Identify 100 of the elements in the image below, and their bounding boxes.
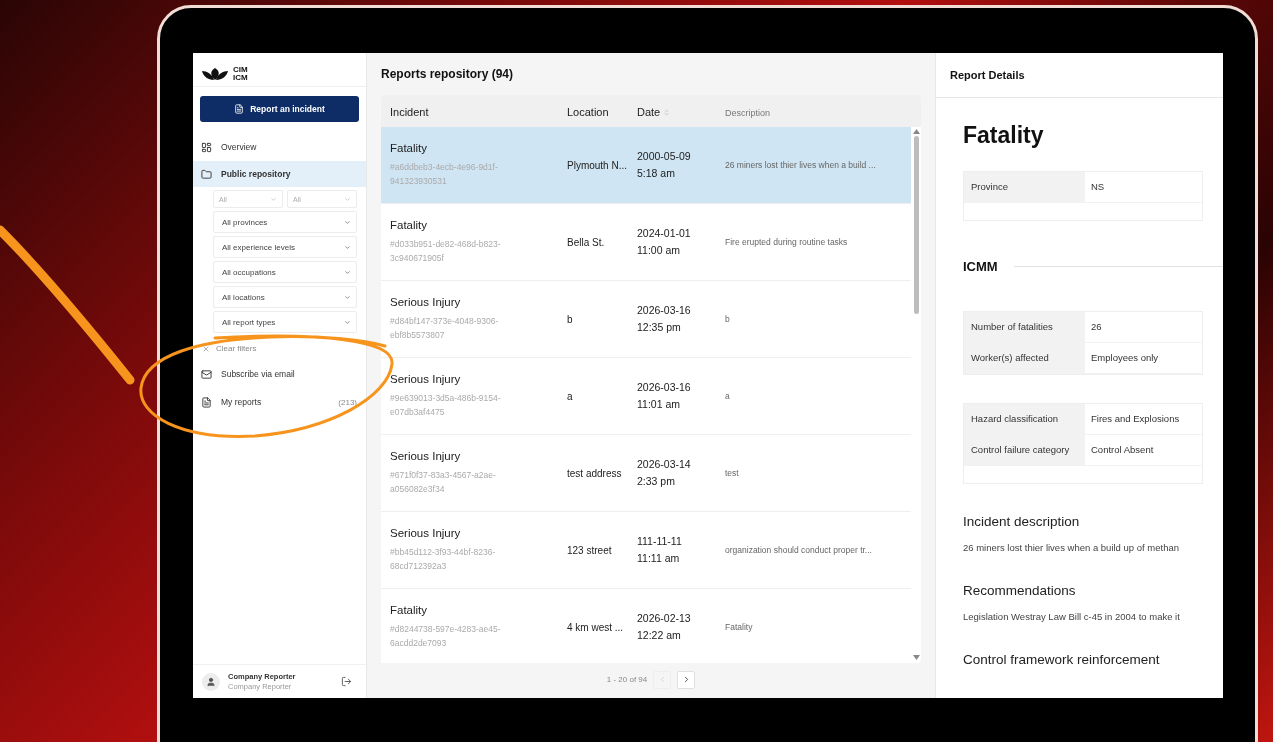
scroll-down-icon[interactable] [913,655,920,660]
section-heading: Incident description [963,514,1081,529]
field-value: Control Absent [1090,443,1155,457]
document-icon [234,104,245,114]
scrollbar-thumb[interactable] [914,136,919,314]
date-cell-text: 111-11-11 [637,534,683,549]
description-cell-text: 26 miners lost thier lives when a build ... [725,160,877,170]
table-row[interactable]: Fatality #a6ddbeb3-4ecb-4e96-9d1f-941323930531 Plymouth N... 2000-05-09 5:18 am 26 miners lost thier lives when a build ... [381,127,911,204]
time-cell-text: 12:35 pm [637,320,682,335]
incident-type: Serious Injury [390,527,462,539]
incident-id: #d033b951-de82-468d-b823-3c940671905f [390,238,502,265]
dashboard-icon [201,141,212,153]
avatar [202,672,220,691]
pagination-range: 1 - 20 of 94 [606,675,648,684]
panel-title: Reports repository (94) [381,66,515,83]
location-cell-text: 123 street [567,544,613,556]
time-cell-text: 2:33 pm [637,474,676,489]
filter-select[interactable]: All provinces [213,211,357,233]
column-header: Incident [390,106,429,118]
date-cell-text: 2026-03-14 [637,457,692,472]
date-cell-text: 2026-03-16 [637,380,692,395]
leaf-logo-icon [201,66,229,81]
location-cell-text: test address [567,467,623,479]
caret-icon [344,268,351,276]
column-header: Description [725,108,771,118]
incident-id: #d8244738-597e-4283-ae45-6acdd2de7093 [390,623,502,650]
caret-icon [344,218,351,226]
incident-type: Fatality [390,142,429,154]
incident-id: #9e639013-3d5a-486b-9154-e07db3af4475 [390,392,502,419]
nav-item[interactable]: Public repository [193,161,366,187]
incident-id: #671f0f37-83a3-4567-a2ae-a056082e3f34 [390,469,497,496]
incident-id: #d84bf147-373e-4048-9306-ebf8b5573807 [390,315,500,342]
panel-title: Report Details [936,53,1223,98]
time-cell-text: 11:01 am [637,397,681,412]
caret-icon [344,195,351,203]
nav-item[interactable]: My reports (213) [193,389,366,415]
description-cell-text: b [725,314,731,324]
close-icon [202,344,210,353]
location-cell-text: a [567,390,574,402]
filter-select[interactable]: All occupations [213,261,357,283]
location-cell-text: b [567,313,574,325]
caret-icon [344,318,351,326]
location-cell-text: Bella St. [567,236,606,248]
mail-icon [201,368,212,380]
section-heading: Control framework reinforcement [963,652,1161,667]
document-icon [201,396,212,408]
count-text: (213) [338,397,357,407]
field-value: Employees only [1090,351,1160,365]
field-label: Worker(s) affected [964,343,1085,373]
filter-select[interactable]: All locations [213,286,357,308]
column-header[interactable]: Date [637,106,671,118]
description-cell-text: Fire erupted during routine tasks [725,237,849,247]
field-label: Province [964,172,1085,202]
field-label: Hazard classification [964,404,1085,434]
clear-filters-button[interactable]: Clear filters [193,333,366,353]
field-value: Fires and Explosions [1090,412,1181,426]
section-text: 26 miners lost thier lives when a build up of methan [963,542,1180,553]
field-label: Number of fatalities [964,312,1085,342]
section-title: ICMM [963,259,998,274]
nav-item[interactable]: Overview [193,134,366,160]
time-cell-text: 12:22 am [637,628,682,643]
time-cell-text: 5:18 am [637,166,676,181]
report-heading: Fatality [963,122,1045,149]
time-cell-text: 11:11 am [637,551,681,566]
description-cell-text: a [725,391,731,401]
incident-type: Serious Injury [390,450,462,462]
section-heading: Recommendations [963,583,1077,598]
location-cell-text: Plymouth N... [567,159,629,171]
date-cell-text: 2026-03-16 [637,303,692,318]
incident-type: Fatality [390,219,429,231]
report-incident-button[interactable]: Report an incident [200,96,359,122]
caret-icon [270,195,277,203]
column-header: Location [567,106,609,118]
location-cell-text: 4 km west ... [567,621,625,633]
incident-type: Serious Injury [390,296,462,308]
folder-icon [201,168,212,180]
sort-icon [663,108,671,116]
incident-type: Serious Injury [390,373,462,385]
caret-icon [344,243,351,251]
logo-text: CIM [233,65,248,74]
scroll-up-icon[interactable] [913,129,920,134]
field-label: Control failure category [964,435,1085,465]
caret-icon [344,293,351,301]
field-value: 26 [1090,320,1103,334]
description-cell-text: organization should conduct proper tr... [725,545,873,555]
field-value: NS [1090,180,1106,194]
time-cell-text: 11:00 am [637,243,681,258]
incident-type: Fatality [390,604,429,616]
description-cell-text: Fatality [725,622,754,632]
date-cell-text: 2024-01-01 [637,226,692,241]
description-cell-text: test [725,468,740,478]
logo-text: ICM [233,73,248,82]
filter-select[interactable]: All report types [213,311,357,333]
date-cell-text: 2026-02-13 [637,611,692,626]
nav-item[interactable]: Subscribe via email [193,361,366,387]
date-cell-text: 2000-05-09 [637,149,692,164]
logout-icon[interactable] [341,676,352,687]
filter-select[interactable]: All experience levels [213,236,357,258]
section-text: Legislation Westray Law Bill c-45 in 2004 to make it [963,611,1181,622]
incident-id: #bb45d112-3f93-44bf-8236-68cd712392a3 [390,546,497,573]
